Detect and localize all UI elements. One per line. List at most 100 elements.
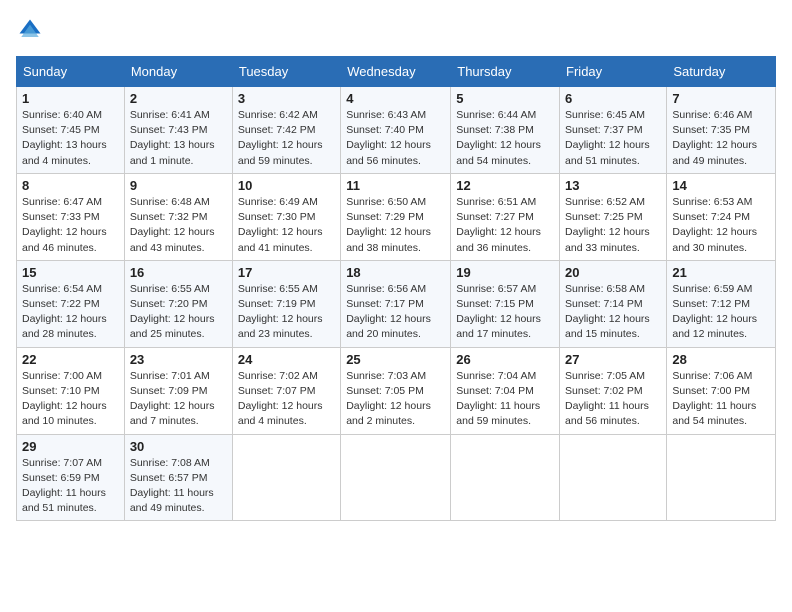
day-number: 5: [456, 91, 554, 106]
calendar-cell: 6Sunrise: 6:45 AM Sunset: 7:37 PM Daylig…: [560, 87, 667, 174]
day-info: Sunrise: 6:48 AM Sunset: 7:32 PM Dayligh…: [130, 195, 227, 256]
day-number: 8: [22, 178, 119, 193]
day-info: Sunrise: 6:45 AM Sunset: 7:37 PM Dayligh…: [565, 108, 661, 169]
calendar-cell: 21 Sunrise: 6:59 AM Sunset: 7:12 PM Dayli…: [667, 260, 776, 347]
day-info: Sunrise: 7:04 AM Sunset: 7:04 PM Dayligh…: [456, 369, 554, 430]
col-header-thursday: Thursday: [451, 57, 560, 87]
day-number: 27: [565, 352, 661, 367]
day-info: Sunrise: 7:06 AM Sunset: 7:00 PM Dayligh…: [672, 369, 770, 430]
day-info: Sunrise: 7:05 AM Sunset: 7:02 PM Dayligh…: [565, 369, 661, 430]
day-info: Sunrise: 6:54 AM Sunset: 7:22 PM Dayligh…: [22, 282, 119, 343]
col-header-wednesday: Wednesday: [341, 57, 451, 87]
day-info: Sunrise: 7:03 AM Sunset: 7:05 PM Dayligh…: [346, 369, 445, 430]
day-info: Sunrise: 6:56 AM Sunset: 7:17 PM Dayligh…: [346, 282, 445, 343]
col-header-sunday: Sunday: [17, 57, 125, 87]
col-header-monday: Monday: [124, 57, 232, 87]
calendar-cell: 5 Sunrise: 6:44 AM Sunset: 7:38 PM Daylig…: [451, 87, 560, 174]
day-info: Sunrise: 6:55 AM Sunset: 7:19 PM Dayligh…: [238, 282, 335, 343]
calendar-cell: 17 Sunrise: 6:55 AM Sunset: 7:19 PM Dayli…: [232, 260, 340, 347]
logo: [16, 16, 48, 44]
day-number: 9: [130, 178, 227, 193]
calendar-cell: 2 Sunrise: 6:41 AM Sunset: 7:43 PM Daylig…: [124, 87, 232, 174]
calendar-cell: 8 Sunrise: 6:47 AM Sunset: 7:33 PM Daylig…: [17, 173, 125, 260]
calendar-cell: 13Sunrise: 6:52 AM Sunset: 7:25 PM Dayli…: [560, 173, 667, 260]
calendar-cell: 14 Sunrise: 6:53 AM Sunset: 7:24 PM Dayli…: [667, 173, 776, 260]
day-info: Sunrise: 6:59 AM Sunset: 7:12 PM Dayligh…: [672, 282, 770, 343]
day-info: Sunrise: 7:07 AM Sunset: 6:59 PM Dayligh…: [22, 456, 119, 517]
day-info: Sunrise: 7:08 AM Sunset: 6:57 PM Dayligh…: [130, 456, 227, 517]
day-info: Sunrise: 7:01 AM Sunset: 7:09 PM Dayligh…: [130, 369, 227, 430]
day-info: Sunrise: 6:46 AM Sunset: 7:35 PM Dayligh…: [672, 108, 770, 169]
day-number: 12: [456, 178, 554, 193]
calendar-cell: 10Sunrise: 6:49 AM Sunset: 7:30 PM Dayli…: [232, 173, 340, 260]
day-info: Sunrise: 6:42 AM Sunset: 7:42 PM Dayligh…: [238, 108, 335, 169]
day-number: 11: [346, 178, 445, 193]
week-row-5: 29 Sunrise: 7:07 AM Sunset: 6:59 PM Dayli…: [17, 434, 776, 521]
calendar-cell: 15 Sunrise: 6:54 AM Sunset: 7:22 PM Dayli…: [17, 260, 125, 347]
day-number: 24: [238, 352, 335, 367]
day-number: 30: [130, 439, 227, 454]
day-number: 10: [238, 178, 335, 193]
day-number: 21: [672, 265, 770, 280]
day-info: Sunrise: 6:52 AM Sunset: 7:25 PM Dayligh…: [565, 195, 661, 256]
day-number: 2: [130, 91, 227, 106]
calendar-cell: 25 Sunrise: 7:03 AM Sunset: 7:05 PM Dayli…: [341, 347, 451, 434]
day-info: Sunrise: 6:44 AM Sunset: 7:38 PM Dayligh…: [456, 108, 554, 169]
calendar-cell: 23 Sunrise: 7:01 AM Sunset: 7:09 PM Dayli…: [124, 347, 232, 434]
day-info: Sunrise: 6:43 AM Sunset: 7:40 PM Dayligh…: [346, 108, 445, 169]
day-number: 25: [346, 352, 445, 367]
page-header: [16, 16, 776, 44]
calendar-cell: 22 Sunrise: 7:00 AM Sunset: 7:10 PM Dayli…: [17, 347, 125, 434]
calendar-cell: [232, 434, 340, 521]
calendar-cell: 27 Sunrise: 7:05 AM Sunset: 7:02 PM Dayli…: [560, 347, 667, 434]
day-number: 23: [130, 352, 227, 367]
day-number: 26: [456, 352, 554, 367]
week-row-1: 1Sunrise: 6:40 AM Sunset: 7:45 PM Daylig…: [17, 87, 776, 174]
day-info: Sunrise: 6:47 AM Sunset: 7:33 PM Dayligh…: [22, 195, 119, 256]
calendar-cell: 28 Sunrise: 7:06 AM Sunset: 7:00 PM Dayli…: [667, 347, 776, 434]
day-number: 22: [22, 352, 119, 367]
day-info: Sunrise: 6:57 AM Sunset: 7:15 PM Dayligh…: [456, 282, 554, 343]
calendar-table: SundayMondayTuesdayWednesdayThursdayFrid…: [16, 56, 776, 521]
day-info: Sunrise: 6:41 AM Sunset: 7:43 PM Dayligh…: [130, 108, 227, 169]
calendar-cell: 11 Sunrise: 6:50 AM Sunset: 7:29 PM Dayli…: [341, 173, 451, 260]
calendar-cell: 16 Sunrise: 6:55 AM Sunset: 7:20 PM Dayli…: [124, 260, 232, 347]
calendar-cell: [341, 434, 451, 521]
calendar-cell: 4Sunrise: 6:43 AM Sunset: 7:40 PM Daylig…: [341, 87, 451, 174]
calendar-cell: [451, 434, 560, 521]
day-number: 17: [238, 265, 335, 280]
calendar-cell: 12 Sunrise: 6:51 AM Sunset: 7:27 PM Dayli…: [451, 173, 560, 260]
calendar-cell: 29 Sunrise: 7:07 AM Sunset: 6:59 PM Dayli…: [17, 434, 125, 521]
calendar-cell: 24Sunrise: 7:02 AM Sunset: 7:07 PM Dayli…: [232, 347, 340, 434]
day-number: 18: [346, 265, 445, 280]
week-row-3: 15 Sunrise: 6:54 AM Sunset: 7:22 PM Dayli…: [17, 260, 776, 347]
col-header-tuesday: Tuesday: [232, 57, 340, 87]
day-info: Sunrise: 6:50 AM Sunset: 7:29 PM Dayligh…: [346, 195, 445, 256]
week-row-4: 22 Sunrise: 7:00 AM Sunset: 7:10 PM Dayli…: [17, 347, 776, 434]
day-info: Sunrise: 6:55 AM Sunset: 7:20 PM Dayligh…: [130, 282, 227, 343]
day-number: 7: [672, 91, 770, 106]
logo-icon: [16, 16, 44, 44]
day-info: Sunrise: 6:58 AM Sunset: 7:14 PM Dayligh…: [565, 282, 661, 343]
col-header-friday: Friday: [560, 57, 667, 87]
calendar-cell: 1Sunrise: 6:40 AM Sunset: 7:45 PM Daylig…: [17, 87, 125, 174]
day-info: Sunrise: 6:40 AM Sunset: 7:45 PM Dayligh…: [22, 108, 119, 169]
calendar-cell: 19 Sunrise: 6:57 AM Sunset: 7:15 PM Dayli…: [451, 260, 560, 347]
day-number: 29: [22, 439, 119, 454]
day-number: 3: [238, 91, 335, 106]
col-header-saturday: Saturday: [667, 57, 776, 87]
day-number: 20: [565, 265, 661, 280]
day-info: Sunrise: 7:00 AM Sunset: 7:10 PM Dayligh…: [22, 369, 119, 430]
day-info: Sunrise: 6:51 AM Sunset: 7:27 PM Dayligh…: [456, 195, 554, 256]
calendar-cell: 9 Sunrise: 6:48 AM Sunset: 7:32 PM Daylig…: [124, 173, 232, 260]
calendar-cell: 30 Sunrise: 7:08 AM Sunset: 6:57 PM Dayli…: [124, 434, 232, 521]
week-row-2: 8 Sunrise: 6:47 AM Sunset: 7:33 PM Daylig…: [17, 173, 776, 260]
day-info: Sunrise: 6:53 AM Sunset: 7:24 PM Dayligh…: [672, 195, 770, 256]
day-number: 16: [130, 265, 227, 280]
day-number: 14: [672, 178, 770, 193]
day-number: 28: [672, 352, 770, 367]
calendar-cell: 3 Sunrise: 6:42 AM Sunset: 7:42 PM Daylig…: [232, 87, 340, 174]
day-number: 19: [456, 265, 554, 280]
calendar-cell: [667, 434, 776, 521]
day-number: 15: [22, 265, 119, 280]
